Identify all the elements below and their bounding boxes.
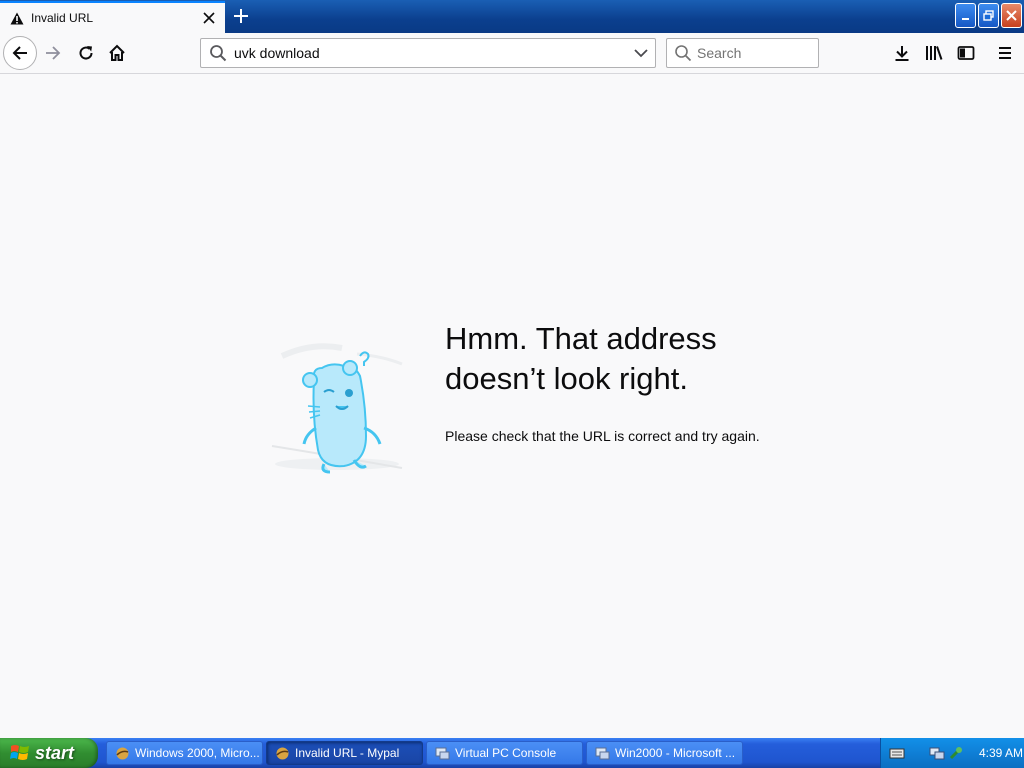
keyboard-icon[interactable]	[889, 746, 905, 760]
back-button[interactable]	[3, 36, 37, 70]
warning-icon	[10, 12, 24, 24]
title-bar: Invalid URL	[0, 0, 1024, 33]
taskbar-item-virtual-pc-console[interactable]: Virtual PC Console	[426, 741, 583, 765]
browser-icon	[276, 747, 289, 759]
error-title-line-2: doesn’t look right.	[445, 361, 688, 396]
error-description: Please check that the URL is correct and…	[445, 428, 760, 444]
error-title-line-1: Hmm. That address	[445, 321, 717, 356]
home-button[interactable]	[104, 40, 130, 66]
tab-close-icon[interactable]	[199, 8, 219, 28]
navigation-toolbar	[0, 33, 1024, 74]
browser-icon	[116, 747, 129, 759]
back-arrow-icon	[12, 46, 27, 60]
taskbar-item-windows-2000[interactable]: Windows 2000, Micro...	[106, 741, 263, 765]
tab-invalid-url[interactable]: Invalid URL	[0, 1, 225, 33]
taskbar-item-label: Windows 2000, Micro...	[135, 746, 260, 760]
taskbar-item-win2000[interactable]: Win2000 - Microsoft ...	[586, 741, 743, 765]
virtual-pc-icon	[435, 747, 450, 759]
window-close-button[interactable]	[1001, 3, 1022, 28]
system-tray: 4:39 AM	[880, 738, 1024, 768]
search-bar[interactable]	[666, 38, 819, 68]
sidebar-button[interactable]	[953, 40, 979, 66]
windows-logo-icon	[10, 745, 29, 760]
tools-icon[interactable]	[948, 745, 964, 761]
library-button[interactable]	[921, 40, 947, 66]
chevron-down-icon[interactable]	[627, 39, 655, 67]
virtual-pc-icon	[595, 747, 610, 759]
taskbar-item-label: Virtual PC Console	[455, 746, 557, 760]
system-clock[interactable]: 4:39 AM	[979, 746, 1023, 760]
taskbar-item-label: Win2000 - Microsoft ...	[615, 746, 736, 760]
new-tab-button[interactable]	[228, 4, 254, 28]
address-bar[interactable]	[200, 38, 656, 68]
address-input[interactable]	[234, 45, 627, 61]
error-title: Hmm. That address doesn’t look right.	[445, 319, 785, 399]
search-icon	[675, 45, 692, 62]
reload-button[interactable]	[73, 40, 99, 66]
start-button[interactable]: start	[0, 738, 98, 768]
download-icon	[895, 46, 909, 61]
sidebar-icon	[957, 46, 975, 60]
reload-icon	[79, 46, 93, 60]
search-icon	[210, 45, 227, 62]
hamburger-menu-icon	[999, 47, 1011, 59]
home-icon	[109, 44, 125, 61]
start-label: start	[35, 742, 75, 763]
error-page: Hmm. That address doesn’t look right. Pl…	[0, 74, 1024, 738]
forward-button[interactable]	[40, 40, 66, 66]
downloads-button[interactable]	[889, 40, 915, 66]
taskbar-item-invalid-url[interactable]: Invalid URL - Mypal	[266, 741, 423, 765]
confused-gopher-illustration	[271, 343, 403, 474]
taskbar: start Windows 2000, Micro... Invalid URL…	[0, 738, 1024, 768]
window-minimize-button[interactable]	[955, 3, 976, 28]
forward-arrow-icon	[46, 46, 61, 60]
window-restore-button[interactable]	[978, 3, 999, 28]
network-icon[interactable]	[929, 745, 945, 761]
taskbar-item-label: Invalid URL - Mypal	[295, 746, 400, 760]
search-input[interactable]	[697, 45, 818, 61]
library-icon	[926, 46, 943, 60]
tab-title: Invalid URL	[31, 11, 94, 25]
hamburger-menu-button[interactable]	[992, 40, 1018, 66]
